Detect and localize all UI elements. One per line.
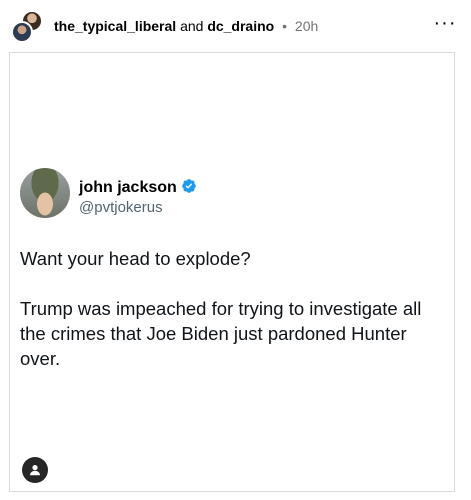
- user-tag-icon: [30, 465, 40, 476]
- tweet-paragraph: Want your head to explode?: [20, 248, 251, 269]
- post-header: the_typical_liberal and dc_draino • 20h …: [0, 0, 471, 52]
- tweet-handle: @pvtjokerus: [79, 199, 163, 216]
- post-time[interactable]: 20h: [295, 18, 318, 34]
- user-tag-button[interactable]: [22, 457, 48, 483]
- post-authors: the_typical_liberal and dc_draino • 20h: [54, 17, 318, 35]
- tweet-author-avatar: [20, 168, 70, 218]
- tweet-author: john jackson: [79, 178, 197, 198]
- tweet-author-name: john jackson: [79, 179, 177, 196]
- post-media[interactable]: john jackson @pvtjokerus Want your head …: [9, 52, 455, 492]
- verified-badge-icon: [181, 179, 196, 193]
- tweet-paragraph: Trump was impeached for trying to invest…: [20, 298, 422, 369]
- author-username[interactable]: dc_draino: [207, 18, 274, 34]
- author-conjunction: and: [180, 18, 204, 34]
- author-username[interactable]: the_typical_liberal: [54, 18, 176, 34]
- more-options-icon[interactable]: ···: [433, 13, 457, 37]
- collab-avatars[interactable]: [11, 10, 45, 44]
- tweet-body: Want your head to explode? Trump was imp…: [20, 246, 445, 396]
- avatar[interactable]: [11, 21, 33, 43]
- separator-dot: •: [282, 18, 288, 34]
